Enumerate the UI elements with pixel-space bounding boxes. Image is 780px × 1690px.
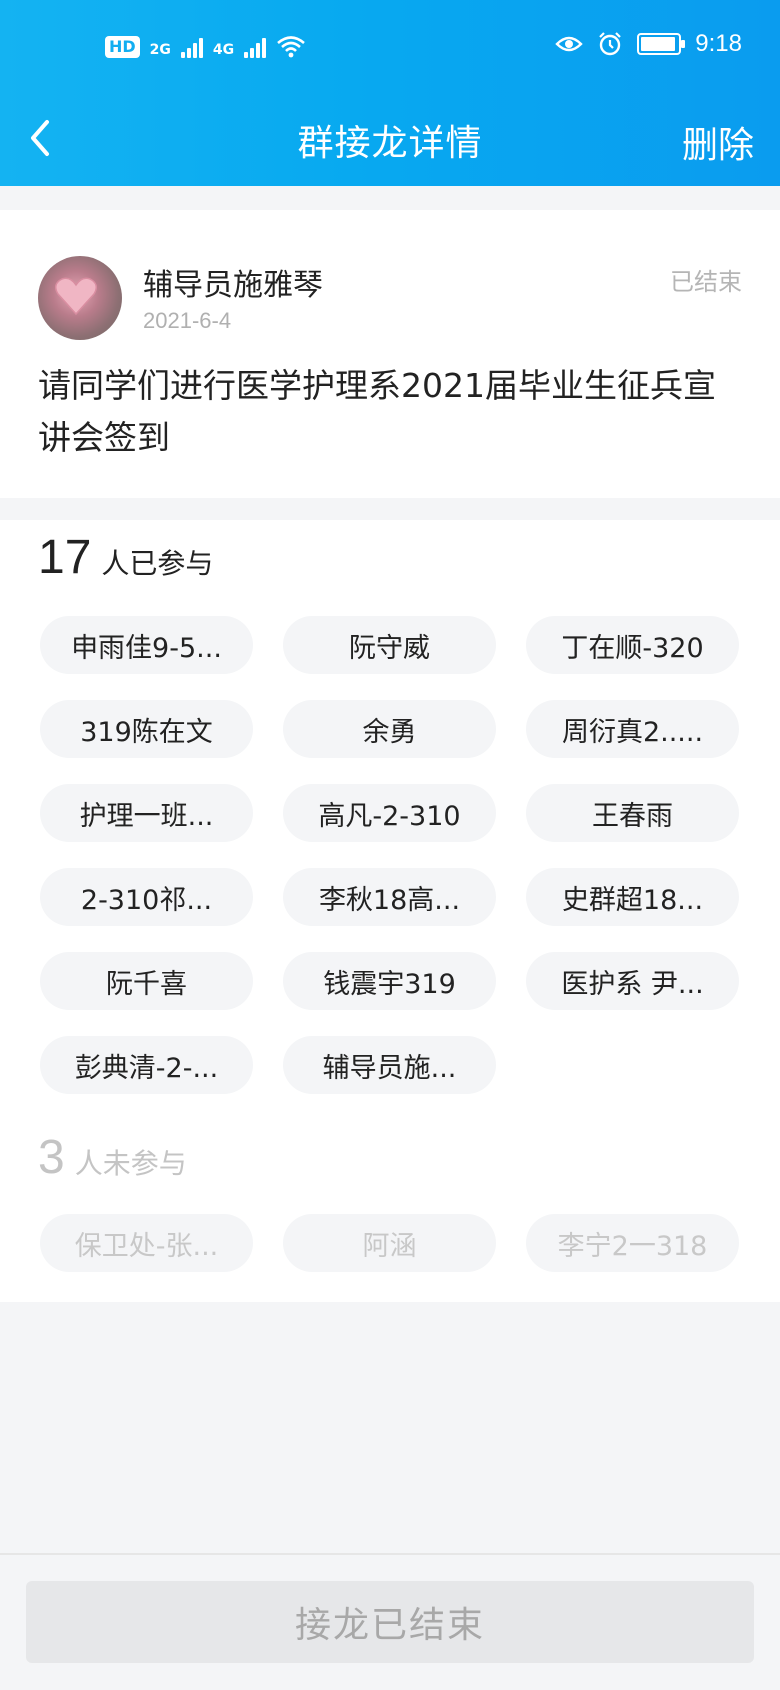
network-2g-label: 2G [149,42,171,58]
alarm-icon [599,32,622,56]
status-bar-left: HD 2G 4G [105,34,306,58]
page-title: 群接龙详情 [297,123,483,164]
participant-chip[interactable]: 李秋18高... [283,868,496,926]
hd-icon: HD [105,36,140,58]
not-joined-count-row: 3 人未参与 [38,1130,187,1185]
non-participant-chip[interactable]: 阿涵 [283,1214,496,1272]
not-joined-list: 保卫处-张... 阿涵 李宁2一318 [40,1214,740,1272]
joined-label: 人已参与 [101,547,214,580]
not-joined-count: 3 [38,1131,65,1184]
joined-count: 17 [38,531,92,584]
participant-chip[interactable]: 钱震宇319 [283,952,496,1010]
post-card: 辅导员施雅琴 2021-6-4 已结束 请同学们进行医学护理系2021届毕业生征… [0,210,780,498]
nav-bar: 群接龙详情 删除 [0,98,780,186]
avatar[interactable] [38,256,122,340]
eye-icon [555,36,583,52]
status-bar: HD 2G 4G 9:18 [0,0,780,100]
non-participant-chip[interactable]: 李宁2一318 [526,1214,739,1272]
joined-list: 申雨佳9-5... 阮守威 丁在顺-320 319陈在文 余勇 周衍真2....… [40,616,740,1094]
author-name: 辅导员施雅琴 [143,268,323,303]
signal-icon-2 [244,36,267,58]
participant-chip[interactable]: 余勇 [283,700,496,758]
network-4g-label: 4G [212,42,235,58]
clock-time: 9:18 [695,30,742,57]
header: HD 2G 4G 9:18 群接龙详情 删除 [0,0,780,186]
participants-section: 17 人已参与 申雨佳9-5... 阮守威 丁在顺-320 319陈在文 余勇 … [0,520,780,1302]
participant-chip[interactable]: 阮千喜 [40,952,253,1010]
participant-chip[interactable]: 史群超18... [526,868,739,926]
participant-chip[interactable]: 王春雨 [526,784,739,842]
chain-ended-button[interactable]: 接龙已结束 [26,1581,754,1663]
participant-chip[interactable]: 医护系 尹... [526,952,739,1010]
heart-icon [55,277,97,316]
status-bar-right: 9:18 [555,30,742,58]
participant-chip[interactable]: 2-310祁... [40,868,253,926]
participant-chip[interactable]: 高凡-2-310 [283,784,496,842]
participant-chip[interactable]: 阮守威 [283,616,496,674]
participant-chip[interactable]: 319陈在文 [40,700,253,758]
signal-icon [180,36,203,58]
joined-count-row: 17 人已参与 [38,530,213,585]
battery-icon [637,33,686,55]
not-joined-label: 人未参与 [74,1147,187,1180]
participant-chip[interactable]: 彭典清-2-... [40,1036,253,1094]
wifi-icon [277,36,305,58]
non-participant-chip[interactable]: 保卫处-张... [40,1214,253,1272]
delete-button[interactable]: 删除 [676,112,760,172]
participant-chip[interactable]: 丁在顺-320 [526,616,739,674]
bottom-bar: 接龙已结束 [0,1553,780,1690]
post-date: 2021-6-4 [143,308,232,333]
participant-chip[interactable]: 护理一班... [40,784,253,842]
status-badge: 已结束 [670,268,742,296]
participant-chip[interactable]: 周衍真2..... [526,700,739,758]
participant-chip[interactable]: 申雨佳9-5... [40,616,253,674]
participant-chip[interactable]: 辅导员施... [283,1036,496,1094]
post-description: 请同学们进行医学护理系2021届毕业生征兵宣讲会签到 [38,366,716,457]
